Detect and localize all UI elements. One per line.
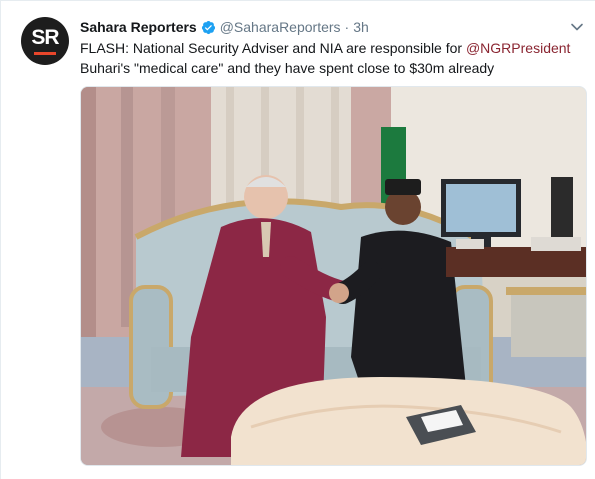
tweet[interactable]: SR Sahara Reporters @SaharaReporters · 3…: [0, 0, 595, 479]
tweet-photo[interactable]: [80, 86, 587, 466]
timestamp[interactable]: 3h: [353, 19, 369, 35]
avatar-logo-text: SR: [31, 26, 59, 49]
photo-illustration: [81, 87, 586, 465]
tweet-text: FLASH: National Security Adviser and NIA…: [80, 38, 580, 78]
chevron-down-icon[interactable]: [570, 20, 584, 34]
tweet-header: Sahara Reporters @SaharaReporters · 3h: [80, 18, 369, 36]
avatar[interactable]: SR: [21, 17, 69, 65]
mention-link[interactable]: @NGRPresident: [466, 40, 570, 56]
handle[interactable]: @SaharaReporters: [220, 19, 341, 35]
separator-dot: ·: [344, 19, 350, 35]
display-name[interactable]: Sahara Reporters: [80, 19, 197, 35]
verified-badge-icon: [201, 20, 215, 34]
tweet-text-part: FLASH: National Security Adviser and NIA…: [80, 40, 466, 56]
tweet-text-part: Buhari's "medical care" and they have sp…: [80, 60, 495, 76]
avatar-logo-bar: [34, 52, 56, 55]
